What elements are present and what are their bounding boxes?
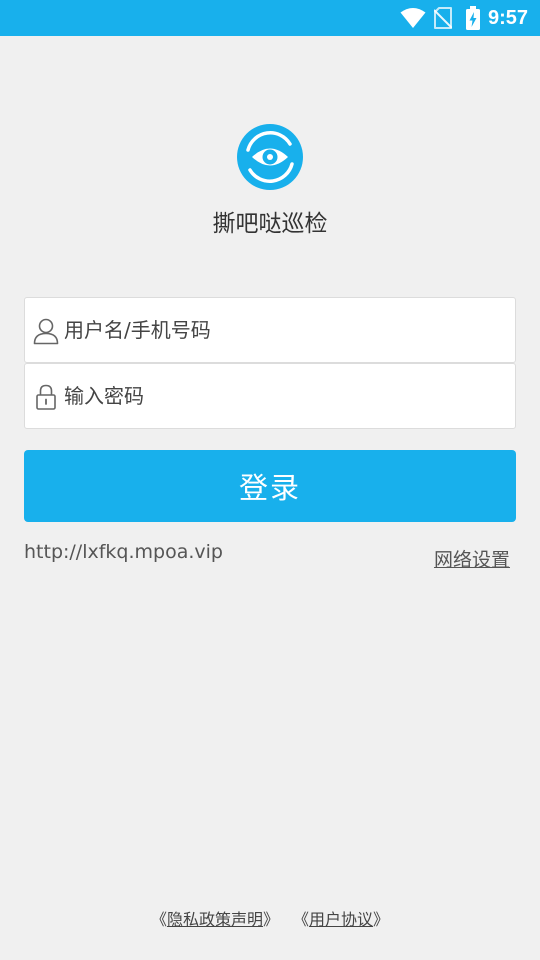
eye-icon <box>237 124 303 190</box>
app-title: 撕吧哒巡检 <box>212 211 328 237</box>
privacy-bracket-open: 《 <box>150 910 167 929</box>
username-input[interactable] <box>64 298 509 362</box>
password-input[interactable] <box>64 364 509 428</box>
lock-icon <box>36 384 56 410</box>
status-icons: 9:57 <box>400 0 528 36</box>
login-button[interactable]: 登录 <box>24 450 516 522</box>
username-field-container[interactable] <box>24 297 516 363</box>
user-agreement-link[interactable]: 用户协议 <box>309 910 373 929</box>
user-icon <box>33 318 59 345</box>
password-field-container[interactable] <box>24 363 516 429</box>
battery-charging-icon <box>465 6 480 30</box>
network-settings-link[interactable]: 网络设置 <box>434 545 510 572</box>
status-bar: 9:57 <box>0 0 540 36</box>
privacy-policy-link[interactable]: 隐私政策声明 <box>167 910 263 929</box>
status-clock: 9:57 <box>487 6 528 29</box>
wifi-icon <box>400 8 426 28</box>
agreement-bracket-close: 》 <box>373 910 390 929</box>
agreement-bracket-open: 《 <box>293 910 310 929</box>
server-url: http://lxfkq.mpoa.vip <box>24 541 223 563</box>
privacy-bracket-close: 》 <box>262 910 279 929</box>
no-sim-icon <box>433 7 452 29</box>
footer-links: 《隐私政策声明》 《用户协议》 <box>0 906 540 930</box>
